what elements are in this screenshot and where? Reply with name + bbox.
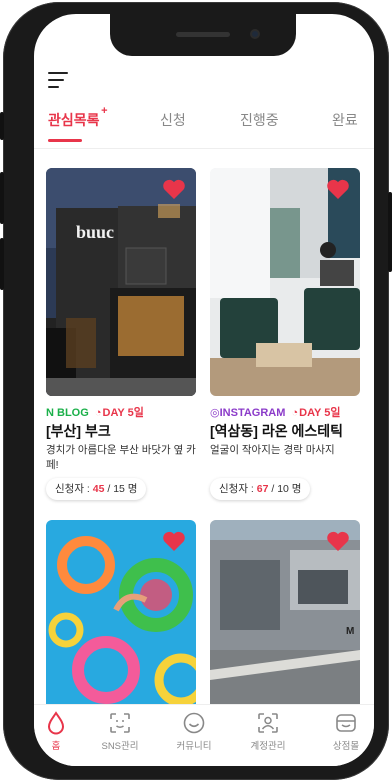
app-screen: 관심목록 + 신청 진행중 완료 buuc N BLOG ◔DAY 5일 [부산… <box>34 14 374 766</box>
favorite-heart-icon[interactable] <box>162 178 186 200</box>
count-separator: / <box>104 483 114 495</box>
applicant-label: 신청자 : <box>219 483 254 495</box>
nav-community[interactable]: 커뮤니티 <box>164 711 224 752</box>
campaign-source: BLOG <box>57 407 89 419</box>
volume-up-button <box>0 172 4 224</box>
count-separator: / <box>268 483 278 495</box>
tab-badge: + <box>101 105 108 117</box>
tab-completed[interactable]: 완료 <box>332 110 358 130</box>
nav-sns-manage[interactable]: SNS관리 <box>90 711 150 752</box>
tabs-divider <box>34 148 374 149</box>
capacity-count: 10 <box>277 483 289 495</box>
campaign-title: [역삼동] 라온 에스테틱 <box>210 423 344 439</box>
naver-n-icon: N <box>46 407 54 419</box>
phone-notch <box>110 14 296 56</box>
applicant-label: 신청자 : <box>55 483 90 495</box>
nav-label: SNS관리 <box>101 741 139 752</box>
scan-face-icon <box>110 713 130 733</box>
count-unit: 명 <box>288 483 302 495</box>
campaign-description: 얼굴이 작아지는 경락 마사지 <box>210 444 335 456</box>
capacity-count: 15 <box>113 483 125 495</box>
power-button <box>388 192 392 272</box>
applicant-count-badge: 신청자 : 45 / 15 명 <box>46 478 147 500</box>
speaker-grille <box>176 32 230 37</box>
volume-down-button <box>0 238 4 290</box>
instagram-icon: ◎ <box>210 407 220 419</box>
campaign-description: 경치가 아름다운 부산 바닷가 옆 카페! <box>46 444 196 471</box>
nav-home[interactable]: 홈 <box>34 711 86 752</box>
svg-text:buuc: buuc <box>76 222 114 242</box>
campaign-source: INSTAGRAM <box>219 407 286 419</box>
tab-label: 완료 <box>332 112 358 128</box>
home-drop-icon <box>47 711 65 735</box>
applied-count: 67 <box>256 483 269 495</box>
applicant-count-badge: 신청자 : 67 / 10 명 <box>210 478 311 500</box>
smile-icon <box>183 712 205 734</box>
favorite-heart-icon[interactable] <box>326 530 350 552</box>
active-tab-indicator <box>48 139 82 142</box>
bottom-navigation: 홈 SNS관리 커뮤니티 계정관리 상점몰 <box>34 704 374 766</box>
nav-account-manage[interactable]: 계정관리 <box>238 711 298 752</box>
svg-text:M: M <box>346 626 354 637</box>
applied-count: 45 <box>92 483 105 495</box>
nav-shop[interactable]: 상점몰 <box>316 711 374 752</box>
campaign-thumbnail: M <box>210 520 360 710</box>
tab-applied[interactable]: 신청 <box>160 110 186 130</box>
hamburger-menu-icon[interactable] <box>48 72 70 90</box>
clock-icon: ◔ <box>94 407 102 419</box>
campaign-dday: DAY 5일 <box>299 407 341 419</box>
campaign-thumbnail <box>46 520 196 710</box>
tab-label: 진행중 <box>240 112 279 128</box>
nav-label: 상점몰 <box>332 741 360 752</box>
mute-switch <box>0 112 4 140</box>
campaign-meta: N BLOG ◔DAY 5일 <box>46 404 204 420</box>
campaign-meta: ◎INSTAGRAM ◔DAY 5일 <box>210 404 368 420</box>
favorite-heart-icon[interactable] <box>326 178 350 200</box>
count-unit: 명 <box>124 483 138 495</box>
nav-label: 커뮤니티 <box>176 741 212 752</box>
nav-label: 홈 <box>51 741 61 752</box>
tab-in-progress[interactable]: 진행중 <box>240 110 279 130</box>
favorite-heart-icon[interactable] <box>162 530 186 552</box>
clock-icon: ◔ <box>291 407 299 419</box>
tab-label: 관심목록 <box>48 112 100 128</box>
tab-label: 신청 <box>160 112 186 128</box>
campaign-title: [부산] 부크 <box>46 423 111 439</box>
campaign-thumbnail: buuc <box>46 168 196 396</box>
status-tabs: 관심목록 + 신청 진행중 완료 <box>34 102 374 146</box>
nav-label: 계정관리 <box>250 741 286 752</box>
campaign-thumbnail <box>210 168 360 396</box>
tab-favorites[interactable]: 관심목록 + <box>48 105 108 130</box>
campaign-dday: DAY 5일 <box>102 407 144 419</box>
user-scan-icon <box>258 713 278 733</box>
front-camera <box>250 29 260 39</box>
shop-icon <box>336 714 356 732</box>
